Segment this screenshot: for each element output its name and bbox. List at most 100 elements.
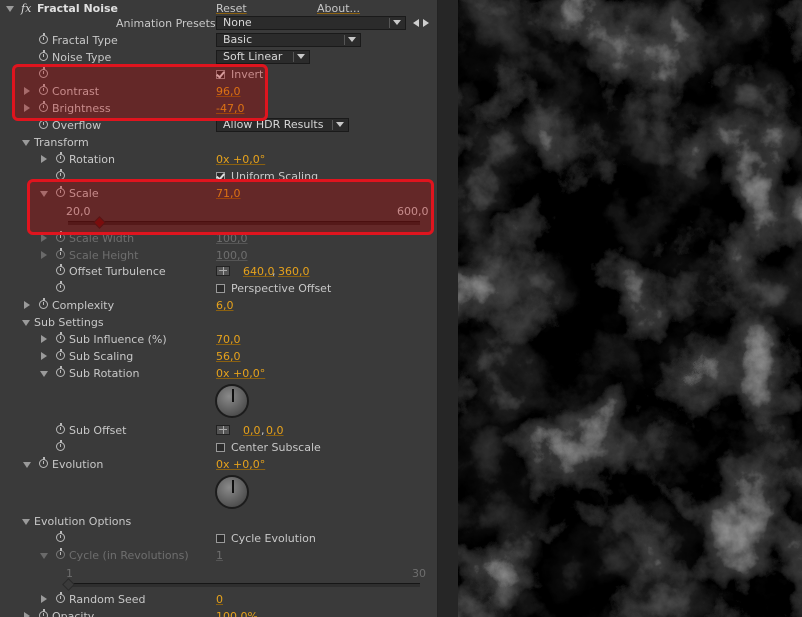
animation-presets-row: Animation Presets: None (0, 15, 437, 32)
cycle-revolutions-label: Cycle (in Revolutions) (69, 549, 189, 562)
stopwatch-icon[interactable] (39, 457, 48, 468)
expand-icon[interactable] (41, 335, 47, 343)
expand-icon[interactable] (41, 155, 47, 163)
rotation-label: Rotation (69, 153, 116, 166)
prev-preset-icon[interactable] (413, 19, 419, 27)
stopwatch-icon[interactable] (56, 440, 65, 451)
sub-rotation-value[interactable]: 0x +0,0° (216, 365, 265, 382)
stopwatch-icon[interactable] (56, 366, 65, 377)
random-seed-row: Random Seed 0 (0, 591, 437, 608)
collapse-icon[interactable] (22, 519, 30, 525)
offset-turbulence-x[interactable]: 640,0 (243, 263, 275, 280)
complexity-label: Complexity (52, 299, 115, 312)
sub-influence-row: Sub Influence (%) 70,0 (0, 331, 437, 348)
dial-needle (232, 480, 234, 493)
random-seed-label: Random Seed (69, 593, 146, 606)
offset-turbulence-row: Offset Turbulence 640,0 , 360,0 (0, 263, 437, 280)
sub-offset-label: Sub Offset (69, 424, 127, 437)
perspective-offset-label: Perspective Offset (231, 282, 332, 295)
expand-icon[interactable] (41, 352, 47, 360)
composition-preview[interactable] (458, 0, 802, 617)
complexity-value[interactable]: 6,0 (216, 297, 234, 314)
collapse-icon[interactable] (23, 462, 31, 468)
collapse-icon (40, 553, 48, 559)
stopwatch-icon[interactable] (56, 531, 65, 542)
evolution-options-group-row[interactable]: Evolution Options (0, 513, 437, 530)
highlight-box-contrast-brightness (12, 64, 268, 121)
comma-sep: , (272, 265, 276, 278)
stopwatch-icon[interactable] (39, 33, 48, 44)
opacity-value[interactable]: 100,0% (216, 608, 258, 617)
transform-group-row[interactable]: Transform (0, 134, 437, 151)
opacity-row: Opacity 100,0% (0, 608, 437, 617)
complexity-row: Complexity 6,0 (0, 297, 437, 314)
collapse-icon[interactable] (40, 371, 48, 377)
crosshair-icon[interactable] (216, 266, 230, 276)
sub-offset-x[interactable]: 0,0 (243, 422, 261, 439)
noise-type-value: Soft Linear (223, 50, 283, 63)
effect-controls-panel: fx Fractal Noise Reset About... Animatio… (0, 0, 438, 617)
fractal-type-row: Fractal Type Basic (0, 32, 437, 49)
stopwatch-icon[interactable] (56, 423, 65, 434)
expand-icon[interactable] (41, 595, 47, 603)
cycle-evolution-label: Cycle Evolution (231, 532, 316, 545)
center-subscale-checkbox[interactable] (216, 443, 225, 452)
offset-turbulence-y[interactable]: 360,0 (278, 263, 310, 280)
animation-presets-value: None (223, 16, 252, 29)
stopwatch-icon[interactable] (56, 332, 65, 343)
expand-icon (41, 251, 47, 259)
sub-scaling-label: Sub Scaling (69, 350, 134, 363)
rotation-row: Rotation 0x +0,0° (0, 151, 437, 168)
expand-icon[interactable] (24, 612, 30, 617)
fractal-type-value: Basic (223, 33, 253, 46)
chevron-down-icon (336, 122, 344, 127)
chevron-down-icon (297, 54, 305, 59)
evolution-row: Evolution 0x +0,0° (0, 456, 437, 473)
chevron-down-icon (348, 37, 356, 42)
evolution-value[interactable]: 0x +0,0° (216, 456, 265, 473)
panel-divider[interactable] (438, 0, 458, 617)
scale-height-label: Scale Height (69, 249, 139, 262)
sub-influence-value[interactable]: 70,0 (216, 331, 241, 348)
effect-collapse-icon[interactable] (6, 6, 14, 12)
scale-height-row: Scale Height 100,0 (0, 247, 437, 264)
evolution-dial[interactable] (215, 475, 249, 509)
sub-offset-y[interactable]: 0,0 (266, 422, 284, 439)
sub-offset-row: Sub Offset 0,0 , 0,0 (0, 422, 437, 439)
stopwatch-icon[interactable] (39, 50, 48, 61)
sub-rotation-dial[interactable] (215, 384, 249, 418)
random-seed-value[interactable]: 0 (216, 591, 223, 608)
stopwatch-icon[interactable] (56, 152, 65, 163)
perspective-offset-checkbox[interactable] (216, 284, 225, 293)
sub-settings-group-row[interactable]: Sub Settings (0, 314, 437, 331)
stopwatch-icon[interactable] (39, 118, 48, 129)
stopwatch-icon (56, 248, 65, 259)
opacity-label: Opacity (52, 610, 95, 617)
fractal-noise-render (458, 0, 802, 617)
stopwatch-icon[interactable] (39, 298, 48, 309)
animation-presets-dropdown[interactable]: None (216, 16, 406, 30)
offset-turbulence-label: Offset Turbulence (69, 265, 166, 278)
cycle-slider-track (68, 583, 420, 587)
collapse-icon[interactable] (22, 320, 30, 326)
perspective-offset-row: Perspective Offset (0, 280, 437, 297)
stopwatch-icon[interactable] (56, 281, 65, 292)
fractal-type-dropdown[interactable]: Basic (216, 33, 361, 47)
collapse-icon[interactable] (22, 140, 30, 146)
stopwatch-icon[interactable] (56, 264, 65, 275)
next-preset-icon[interactable] (423, 19, 429, 27)
stopwatch-icon[interactable] (39, 609, 48, 617)
noise-type-dropdown[interactable]: Soft Linear (216, 50, 310, 64)
animation-presets-label: Animation Presets: (116, 17, 220, 30)
cycle-max-label: 30 (412, 567, 426, 580)
highlight-box-scale (27, 179, 434, 235)
crosshair-icon[interactable] (216, 425, 230, 435)
stopwatch-icon[interactable] (56, 349, 65, 360)
sub-scaling-value[interactable]: 56,0 (216, 348, 241, 365)
scale-height-value: 100,0 (216, 249, 248, 262)
transform-label: Transform (34, 136, 89, 149)
stopwatch-icon[interactable] (56, 592, 65, 603)
rotation-value[interactable]: 0x +0,0° (216, 151, 265, 168)
cycle-evolution-checkbox[interactable] (216, 534, 225, 543)
expand-icon[interactable] (24, 301, 30, 309)
